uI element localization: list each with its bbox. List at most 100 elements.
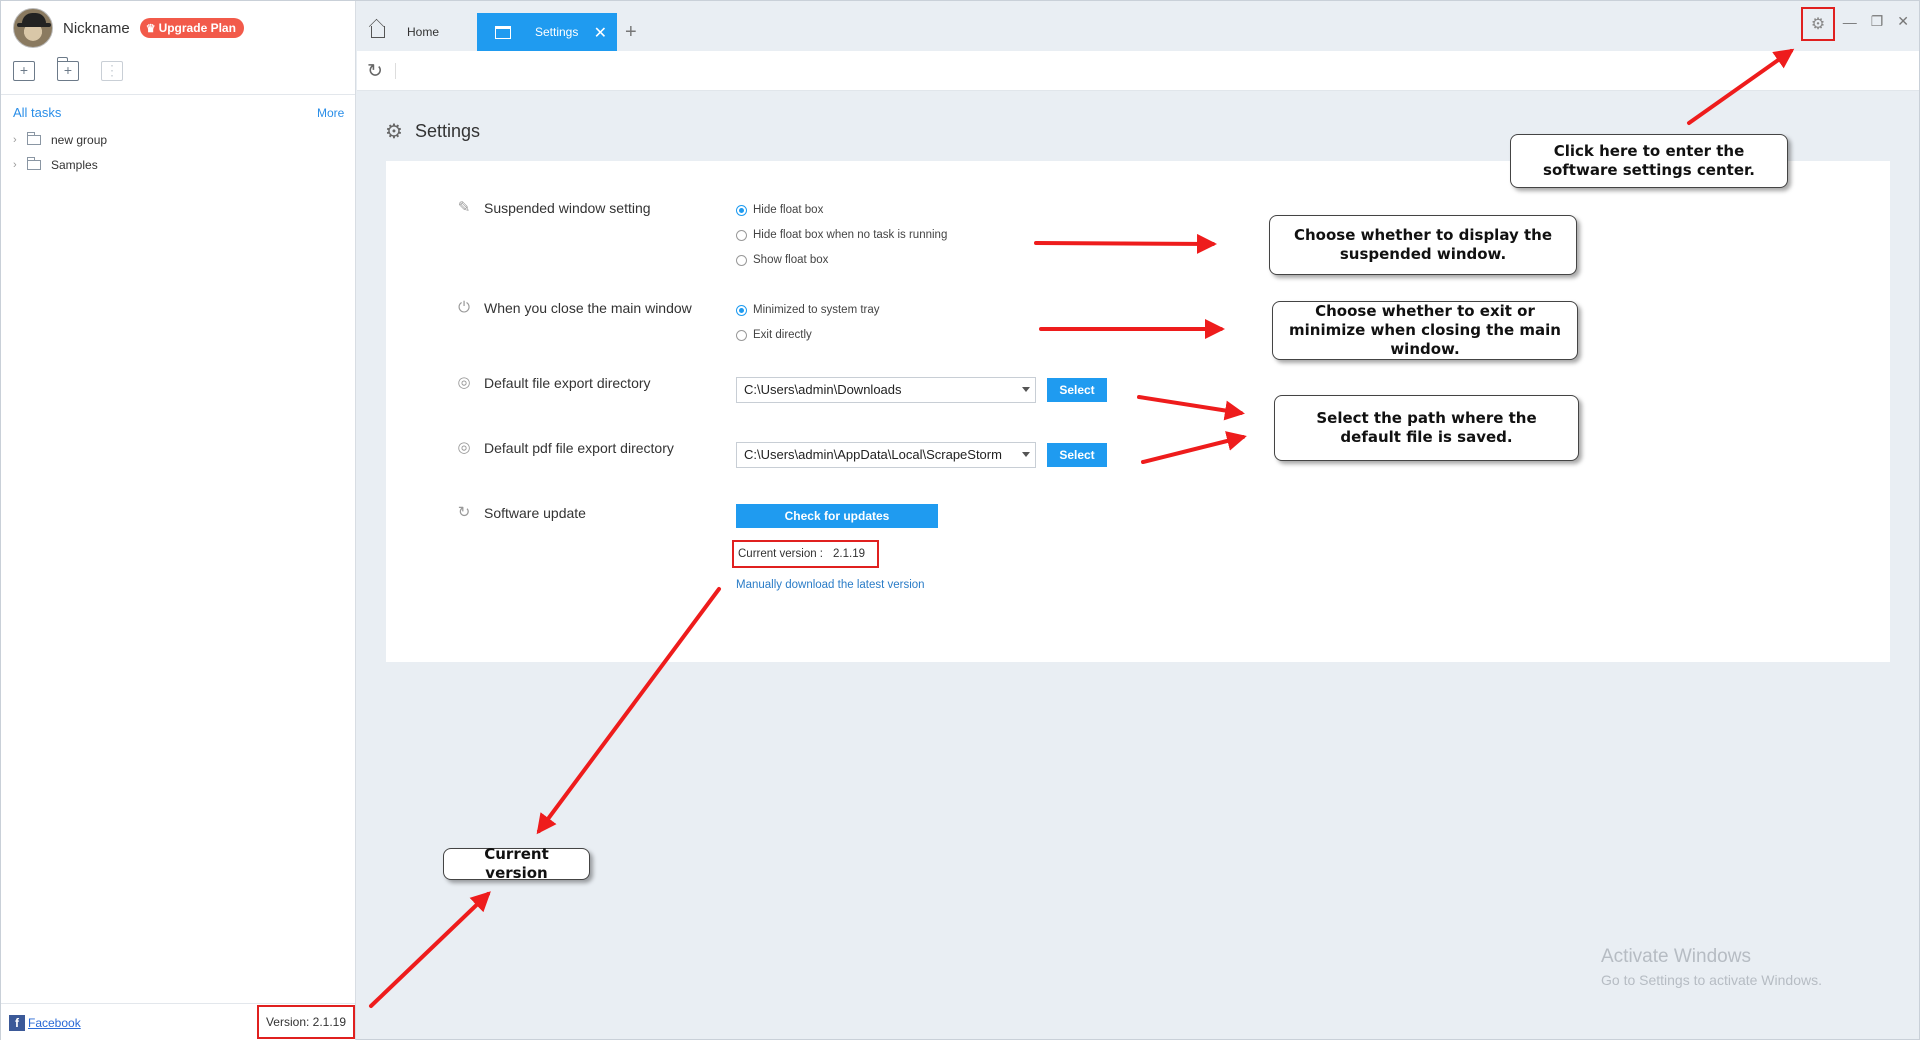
software-update-text: Software update <box>484 505 586 521</box>
radio-label: Hide float box when no task is running <box>753 229 948 241</box>
radio-hide-float-no-task[interactable]: Hide float box when no task is running <box>736 229 947 241</box>
tree-item-samples[interactable]: › Samples <box>13 157 98 172</box>
window-controls: — ❐ ✕ <box>1843 13 1909 30</box>
new-task-icon[interactable]: + <box>13 61 35 81</box>
radio-hide-float-box[interactable]: Hide float box <box>736 204 823 216</box>
refresh-icon: ↻ <box>457 504 471 521</box>
manual-download-link[interactable]: Manually download the latest version <box>736 579 925 591</box>
divider <box>1 94 355 95</box>
target-icon: ◎ <box>457 374 471 391</box>
caret-down-icon[interactable] <box>1022 387 1030 392</box>
avatar[interactable] <box>13 8 53 48</box>
sidebar-toolbar: + + ⋮ <box>13 57 123 81</box>
gear-icon: ⚙ <box>385 121 403 143</box>
radio-label: Exit directly <box>753 329 812 341</box>
sidebar-version: Version: 2.1.19 <box>257 1005 355 1039</box>
page-title: ⚙ Settings <box>385 119 480 144</box>
all-tasks-link[interactable]: All tasks <box>13 105 61 120</box>
power-icon: ⏻ <box>458 299 470 316</box>
user-row: Nickname ♛ Upgrade Plan <box>13 7 244 49</box>
close-window-label: ⏻ When you close the main window <box>456 299 692 317</box>
pdf-dir-text: Default pdf file export directory <box>484 440 674 456</box>
callout-close-window: Choose whether to exit or minimize when … <box>1272 301 1578 360</box>
radio-label: Minimized to system tray <box>753 304 880 316</box>
sidebar: Nickname ♛ Upgrade Plan + + ⋮ All tasks … <box>1 1 356 1040</box>
minimize-icon[interactable]: — <box>1843 14 1857 30</box>
add-tab-button[interactable]: + <box>625 13 637 51</box>
radio-exit-directly[interactable]: Exit directly <box>736 329 812 341</box>
tree-item-new-group[interactable]: › new group <box>13 132 108 147</box>
watermark-subtitle: Go to Settings to activate Windows. <box>1601 972 1822 988</box>
close-window-text: When you close the main window <box>484 300 692 316</box>
target-icon: ◎ <box>457 439 471 456</box>
suspended-window-text: Suspended window setting <box>484 200 651 216</box>
export-dir-label: ◎ Default file export directory <box>456 374 651 392</box>
tab-home-label: Home <box>407 25 440 39</box>
software-update-label: ↻ Software update <box>456 504 586 522</box>
nickname[interactable]: Nickname <box>63 20 130 37</box>
pin-icon: ✎ <box>457 199 471 216</box>
radio-unselected[interactable] <box>736 329 747 341</box>
callout-current-version: Current version <box>443 845 590 882</box>
chevron-right-icon[interactable]: › <box>13 159 23 171</box>
pdf-dir-dropdown[interactable]: C:\Users\admin\AppData\Local\ScrapeStorm <box>736 442 1036 468</box>
current-version: Current version : 2.1.19 <box>732 540 879 568</box>
close-window-icon[interactable]: ✕ <box>1897 13 1909 30</box>
upgrade-plan-button[interactable]: ♛ Upgrade Plan <box>139 18 244 38</box>
suspended-window-label: ✎ Suspended window setting <box>456 199 651 217</box>
settings-gear-button[interactable]: ⚙ <box>1801 7 1835 41</box>
radio-minimize-tray[interactable]: Minimized to system tray <box>736 304 880 316</box>
close-tab-icon[interactable]: ✕ <box>594 23 607 43</box>
check-updates-button[interactable]: Check for updates <box>736 504 938 528</box>
tab-settings-label: Settings <box>535 25 579 39</box>
home-icon <box>371 26 385 38</box>
radio-label: Show float box <box>753 254 829 266</box>
current-version-value: 2.1.19 <box>833 548 865 560</box>
export-select-button[interactable]: Select <box>1047 378 1107 402</box>
tab-bar: Home Settings ✕ + <box>357 13 637 51</box>
radio-unselected[interactable] <box>736 254 747 266</box>
callout-suspended-window: Choose whether to display the suspended … <box>1269 215 1577 275</box>
restore-icon[interactable]: ❐ <box>1871 13 1884 30</box>
arrow <box>369 891 491 1008</box>
pdf-dir-value: C:\Users\admin\AppData\Local\ScrapeStorm <box>744 447 1002 462</box>
refresh-icon[interactable]: ↻ <box>367 60 383 83</box>
current-version-label: Current version : <box>738 548 824 560</box>
activate-windows-watermark: Activate Windows Go to Settings to activ… <box>1601 946 1822 988</box>
radio-selected[interactable] <box>736 204 747 216</box>
pdf-dir-label: ◎ Default pdf file export directory <box>456 439 674 457</box>
address-bar: ↻ <box>357 51 1919 91</box>
export-dir-value: C:\Users\admin\Downloads <box>744 382 902 397</box>
callout-default-path: Select the path where the default file i… <box>1274 395 1579 461</box>
gear-icon: ⚙ <box>1810 16 1826 33</box>
radio-label: Hide float box <box>753 204 824 216</box>
tab-settings[interactable]: Settings ✕ <box>477 13 617 51</box>
page-title-label: Settings <box>414 121 480 141</box>
facebook-link[interactable]: Facebook <box>28 1016 81 1030</box>
folder-icon <box>27 157 41 170</box>
callout-settings-center: Click here to enter the software setting… <box>1510 134 1788 188</box>
folder-icon <box>27 132 41 145</box>
export-dir-text: Default file export directory <box>484 375 651 391</box>
more-link[interactable]: More <box>317 106 344 120</box>
upgrade-plan-label: Upgrade Plan <box>158 21 236 35</box>
watermark-title: Activate Windows <box>1601 946 1751 967</box>
tree-item-label: new group <box>51 133 108 147</box>
app-window: Nickname ♛ Upgrade Plan + + ⋮ All tasks … <box>0 0 1920 1040</box>
tree-item-label: Samples <box>51 158 98 172</box>
settings-panel: ✎ Suspended window setting Hide float bo… <box>386 161 1890 662</box>
delete-icon[interactable]: ⋮ <box>101 61 123 81</box>
window-icon <box>495 25 511 39</box>
tab-home[interactable]: Home <box>357 13 477 51</box>
radio-selected[interactable] <box>736 304 747 316</box>
caret-down-icon[interactable] <box>1022 452 1030 457</box>
radio-show-float-box[interactable]: Show float box <box>736 254 828 266</box>
separator <box>395 63 396 79</box>
crown-icon: ♛ <box>145 22 156 35</box>
radio-unselected[interactable] <box>736 229 747 241</box>
chevron-right-icon[interactable]: › <box>13 134 23 146</box>
new-group-icon[interactable]: + <box>56 57 79 81</box>
pdf-select-button[interactable]: Select <box>1047 443 1107 467</box>
export-dir-dropdown[interactable]: C:\Users\admin\Downloads <box>736 377 1036 403</box>
facebook-icon[interactable]: f <box>9 1014 25 1031</box>
